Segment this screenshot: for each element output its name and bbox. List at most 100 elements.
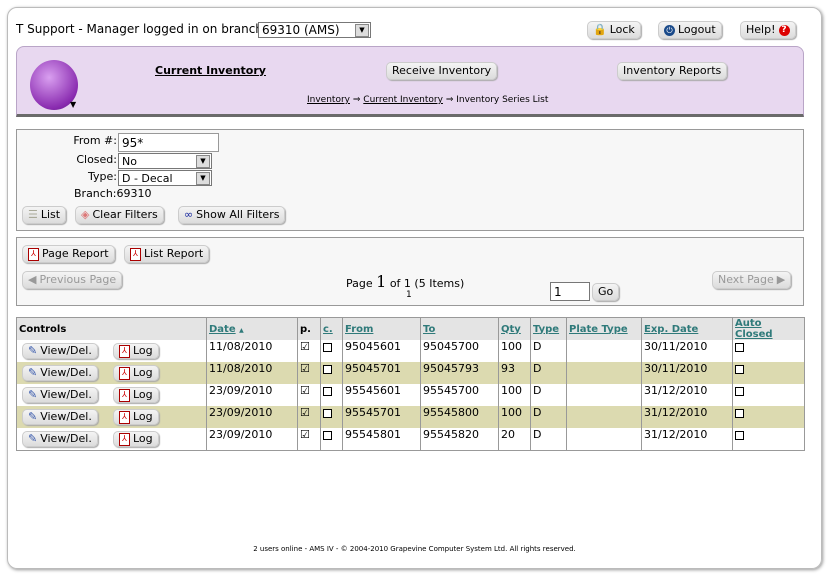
- clear-filters-button[interactable]: ◈ Clear Filters: [75, 206, 164, 224]
- cell-date: 23/09/2010: [206, 428, 298, 451]
- pdf-icon: ⅄: [28, 247, 39, 261]
- breadcrumb-inventory[interactable]: Inventory: [307, 95, 350, 105]
- log-button[interactable]: ⅄ Log: [113, 387, 159, 403]
- closed-select[interactable]: No ▼: [118, 153, 212, 169]
- cell-qty: 20: [498, 428, 531, 451]
- cell-plate-type: [566, 406, 642, 428]
- log-button[interactable]: ⅄ Log: [113, 365, 159, 381]
- list-icon: ☰: [28, 208, 38, 221]
- col-to[interactable]: To: [420, 317, 499, 340]
- col-exp-date[interactable]: Exp. Date: [641, 317, 733, 340]
- branch-select[interactable]: 69310 (AMS) ▼: [258, 22, 371, 38]
- nav-current-inventory[interactable]: Current Inventory: [155, 64, 266, 77]
- cell-auto-closed: [732, 428, 805, 451]
- row-controls: ✎ View/Del. ⅄ Log: [16, 362, 207, 384]
- type-select[interactable]: D - Decal ▼: [118, 170, 212, 186]
- cell-exp-date: 31/12/2010: [641, 428, 733, 451]
- page-sub-number: 1: [406, 290, 412, 300]
- view-delete-button[interactable]: ✎ View/Del.: [22, 387, 98, 403]
- chevron-down-icon: ▼: [196, 172, 210, 185]
- checked-icon: ☑: [300, 428, 310, 441]
- col-type[interactable]: Type: [530, 317, 567, 340]
- show-all-filters-button[interactable]: ∞ Show All Filters: [178, 206, 286, 224]
- breadcrumb-current-inventory[interactable]: Current Inventory: [363, 95, 443, 105]
- cell-qty: 100: [498, 406, 531, 428]
- col-auto-closed[interactable]: Auto Closed: [732, 317, 805, 340]
- row-controls: ✎ View/Del. ⅄ Log: [17, 340, 207, 362]
- cell-auto-closed: [732, 340, 805, 362]
- log-button[interactable]: ⅄ Log: [113, 431, 159, 447]
- col-c[interactable]: c.: [320, 317, 343, 340]
- eraser-icon: ◈: [81, 208, 90, 221]
- go-page-input[interactable]: 1: [550, 282, 590, 301]
- cell-auto-closed: [732, 362, 805, 384]
- cell-from: 95545801: [342, 428, 421, 451]
- cell-from: 95045601: [342, 340, 421, 362]
- checked-icon: ☑: [300, 362, 310, 375]
- breadcrumb: Inventory ⇒ Current Inventory ⇒ Inventor…: [307, 95, 548, 105]
- view-delete-button[interactable]: ✎ View/Del.: [22, 343, 98, 359]
- table-row: ✎ View/Del. ⅄ Log 23/09/2010 ☑ 95545701 95…: [16, 406, 805, 428]
- row-controls: ✎ View/Del. ⅄ Log: [17, 384, 207, 406]
- list-button[interactable]: ☰ List: [22, 206, 67, 224]
- log-button[interactable]: ⅄ Log: [113, 409, 159, 425]
- from-input[interactable]: 95*: [118, 133, 219, 152]
- checkbox-icon: [323, 387, 332, 396]
- view-delete-button[interactable]: ✎ View/Del.: [22, 365, 98, 381]
- pencil-icon: ✎: [28, 366, 38, 379]
- checked-icon: ☑: [300, 406, 310, 419]
- type-label: Type:: [88, 170, 117, 183]
- view-delete-button[interactable]: ✎ View/Del.: [22, 431, 98, 447]
- row-controls: ✎ View/Del. ⅄ Log: [16, 406, 207, 428]
- nav-receive-inventory[interactable]: Receive Inventory: [386, 62, 498, 80]
- arrow-left-icon: ◀: [28, 273, 37, 286]
- chevron-down-icon: ▼: [196, 155, 210, 168]
- view-delete-button[interactable]: ✎ View/Del.: [22, 409, 98, 425]
- next-page-button[interactable]: Next Page ▶: [712, 271, 792, 289]
- go-button[interactable]: Go: [592, 283, 620, 301]
- col-plate-type[interactable]: Plate Type: [566, 317, 642, 340]
- pdf-icon: ⅄: [119, 388, 130, 402]
- nav-inventory-reports[interactable]: Inventory Reports: [617, 62, 728, 80]
- pdf-icon: ⅄: [119, 432, 130, 446]
- cell-plate-type: [566, 340, 642, 362]
- page-indicator: Page 1 of 1 (5 Items): [346, 272, 465, 291]
- col-qty[interactable]: Qty: [498, 317, 531, 340]
- pdf-icon: ⅄: [119, 366, 130, 380]
- checkbox-icon: [735, 387, 744, 396]
- log-button[interactable]: ⅄ Log: [113, 343, 159, 359]
- checkbox-icon: [323, 343, 332, 352]
- checkbox-icon: [323, 431, 332, 440]
- module-menu-arrow-icon[interactable]: ▼: [70, 100, 76, 109]
- table-row: ✎ View/Del. ⅄ Log 11/08/2010 ☑ 95045601 95…: [17, 340, 805, 362]
- pdf-icon: ⅄: [119, 410, 130, 424]
- cell-exp-date: 30/11/2010: [641, 340, 733, 362]
- power-icon: ⏻: [664, 24, 675, 36]
- col-date[interactable]: Date ▲: [206, 317, 298, 340]
- logout-button[interactable]: ⏻ Logout: [658, 21, 722, 39]
- previous-page-button[interactable]: ◀ Previous Page: [22, 271, 123, 289]
- branch-info: Branch:69310: [74, 187, 152, 200]
- cell-to: 95045700: [420, 340, 499, 362]
- checkbox-icon: [323, 409, 332, 418]
- help-button[interactable]: Help!?: [740, 21, 796, 39]
- cell-c: [320, 362, 343, 384]
- arrow-right-icon: ▶: [776, 273, 786, 286]
- checkbox-icon: [735, 365, 744, 374]
- footer: 2 users online - AMS IV - © 2004-2010 Gr…: [253, 545, 576, 553]
- checked-icon: ☑: [300, 340, 310, 353]
- col-from[interactable]: From: [342, 317, 421, 340]
- cell-type: D: [530, 340, 567, 362]
- page-report-button[interactable]: ⅄ Page Report: [22, 245, 115, 263]
- login-text: T Support - Manager logged in on branch:: [16, 22, 267, 36]
- cell-p: ☑: [297, 428, 321, 451]
- cell-to: 95545700: [420, 384, 499, 406]
- cell-from: 95545601: [342, 384, 421, 406]
- list-report-button[interactable]: ⅄ List Report: [124, 245, 210, 263]
- checkbox-icon: [735, 343, 744, 352]
- pencil-icon: ✎: [28, 410, 38, 423]
- lock-button[interactable]: 🔒 Lock: [587, 21, 641, 39]
- cell-plate-type: [566, 428, 642, 451]
- breadcrumb-separator: ⇒: [352, 95, 361, 105]
- cell-exp-date: 31/12/2010: [641, 406, 733, 428]
